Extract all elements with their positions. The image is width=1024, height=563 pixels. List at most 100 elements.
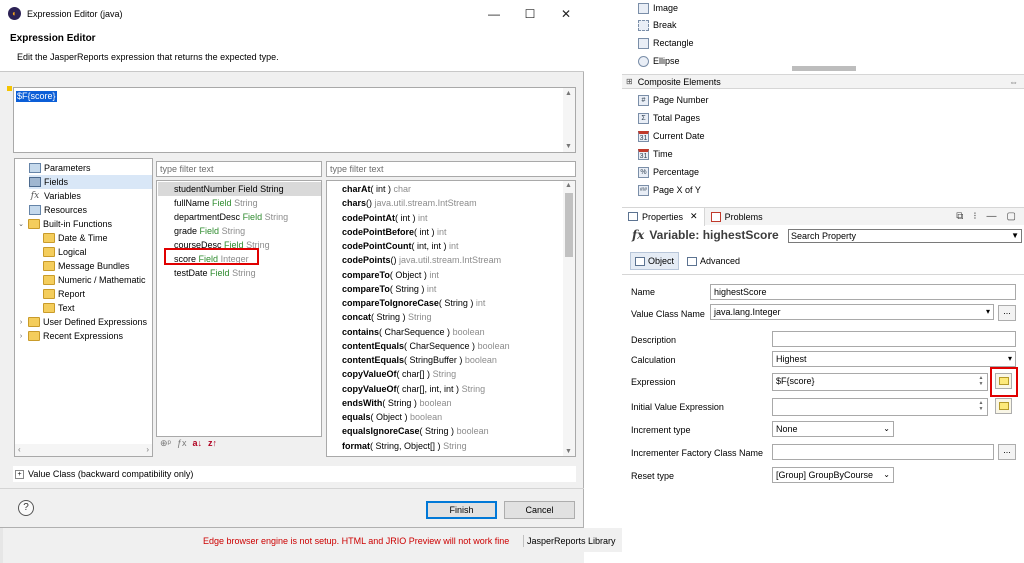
vertical-scrollbar[interactable]: ▲ ▼: [563, 88, 575, 152]
calculation-select[interactable]: Highest ▾: [772, 351, 1016, 367]
method-item[interactable]: contentEquals( CharSequence ) boolean: [342, 339, 510, 353]
maximize-icon[interactable]: ▢: [1007, 211, 1016, 222]
chevron-up-icon[interactable]: ▲: [565, 182, 572, 189]
tree-item-message-bundles[interactable]: Message Bundles: [43, 259, 130, 273]
chevron-left-icon[interactable]: ‹: [18, 445, 21, 454]
status-library[interactable]: JasperReports Library: [527, 536, 616, 546]
value-class-browse-button[interactable]: ...: [998, 305, 1016, 321]
method-item[interactable]: codePointAt( int ) int: [342, 211, 428, 225]
list-item-fullName[interactable]: fullName Field String: [158, 196, 321, 210]
palette-item-page-x-of-y[interactable]: #/# Page X of Y: [638, 182, 701, 198]
method-item[interactable]: equals( Object ) boolean: [342, 410, 442, 424]
initial-value-editor-button[interactable]: [995, 398, 1012, 414]
expression-text-area[interactable]: $F{score} ▲ ▼: [13, 87, 576, 153]
chevron-down-icon[interactable]: ▼: [565, 448, 572, 455]
tree-item-recent[interactable]: › Recent Expressions: [17, 329, 123, 343]
method-item[interactable]: equalsIgnoreCase( String ) boolean: [342, 424, 489, 438]
search-property-combo[interactable]: Search Property ▼: [788, 229, 1022, 243]
vertical-scrollbar[interactable]: ▲ ▼: [563, 181, 575, 456]
collapse-icon[interactable]: ⇔: [1009, 77, 1018, 87]
horizontal-scrollbar[interactable]: ‹ ›: [15, 444, 152, 456]
value-class-section[interactable]: + Value Class (backward compatibility on…: [13, 466, 576, 482]
palette-item-rectangle[interactable]: Rectangle: [638, 35, 694, 51]
tree-item-fields[interactable]: Fields: [29, 175, 152, 189]
fields-filter-input[interactable]: type filter text: [156, 161, 322, 177]
palette-item-image[interactable]: Image: [638, 0, 678, 16]
tab-object[interactable]: Object: [630, 252, 680, 270]
palette-item-break[interactable]: Break: [638, 17, 677, 33]
method-item[interactable]: charAt( int ) char: [342, 182, 411, 196]
list-item-testDate[interactable]: testDate Field String: [158, 266, 321, 280]
tree-item-user-defined[interactable]: › User Defined Expressions: [17, 315, 152, 329]
method-item[interactable]: contentEquals( StringBuffer ) boolean: [342, 353, 497, 367]
method-item[interactable]: format( String, Object[] ) String: [342, 439, 467, 453]
tree-item-resources[interactable]: Resources: [29, 203, 87, 217]
method-item[interactable]: copyValueOf( char[] ) String: [342, 367, 456, 381]
close-icon[interactable]: ✕: [690, 211, 698, 222]
chevron-up-icon[interactable]: ▲: [565, 90, 572, 97]
sort-ascending-icon[interactable]: a↓: [192, 438, 202, 449]
incrementer-field[interactable]: [772, 444, 994, 460]
palette-item-ellipse[interactable]: Ellipse: [638, 53, 680, 69]
sort-descending-icon[interactable]: z↑: [208, 438, 217, 449]
chevron-down-icon[interactable]: ⌄: [17, 220, 25, 228]
list-item-departmentDesc[interactable]: departmentDesc Field String: [158, 210, 321, 224]
minimize-icon[interactable]: —: [476, 7, 512, 21]
method-item[interactable]: contains( CharSequence ) boolean: [342, 325, 485, 339]
method-item[interactable]: compareTo( String ) int: [342, 282, 436, 296]
finish-button[interactable]: Finish: [426, 501, 497, 519]
tab-problems[interactable]: Problems: [705, 208, 769, 226]
help-button[interactable]: ?: [18, 500, 34, 516]
dialog-titlebar[interactable]: ◐ Expression Editor (java) — ☐ ✕: [0, 0, 584, 27]
list-item-grade[interactable]: grade Field String: [158, 224, 321, 238]
tree-item-report[interactable]: Report: [43, 287, 85, 301]
method-item[interactable]: copyValueOf( char[], int, int ) String: [342, 382, 485, 396]
tree-item-variables[interactable]: fx Variables: [29, 189, 81, 203]
close-icon[interactable]: ✕: [548, 7, 584, 21]
chevron-down-icon[interactable]: ▼: [565, 143, 572, 150]
tree-item-parameters[interactable]: Parameters: [29, 161, 91, 175]
method-item[interactable]: codePoints() java.util.stream.IntStream: [342, 253, 501, 267]
palette-item-total-pages[interactable]: Σ Total Pages: [638, 110, 700, 126]
view-menu-icon[interactable]: ⁝: [973, 211, 976, 222]
composite-elements-header[interactable]: ⊞ Composite Elements ⇔: [622, 74, 1024, 89]
palette-item-page-number[interactable]: # Page Number: [638, 92, 709, 108]
expand-icon[interactable]: +: [15, 469, 24, 479]
chevron-right-icon[interactable]: ›: [146, 445, 149, 454]
tree-item-builtin-functions[interactable]: ⌄ Built-in Functions: [17, 217, 112, 231]
increment-type-select[interactable]: None ⌄: [772, 421, 894, 437]
tab-advanced[interactable]: Advanced: [683, 252, 744, 270]
tree-item-text[interactable]: Text: [43, 301, 75, 315]
method-item[interactable]: codePointCount( int, int ) int: [342, 239, 459, 253]
tree-item-logical[interactable]: Logical: [43, 245, 87, 259]
chevron-right-icon[interactable]: ›: [17, 333, 25, 340]
palette-scrollbar[interactable]: [792, 66, 856, 71]
expression-field[interactable]: $F{score} ▲ ▼: [772, 373, 988, 391]
scrollbar-thumb[interactable]: [565, 193, 573, 257]
method-item[interactable]: endsWith( String ) boolean: [342, 396, 452, 410]
value-class-combo[interactable]: java.lang.Integer ▾: [710, 304, 994, 320]
new-window-icon[interactable]: ⧉: [956, 211, 963, 222]
palette-item-current-date[interactable]: 31 Current Date: [638, 128, 705, 144]
cancel-button[interactable]: Cancel: [504, 501, 575, 519]
reset-type-select[interactable]: [Group] GroupByCourse ⌄: [772, 467, 894, 483]
add-parameter-icon[interactable]: ⊕ᵖ: [160, 438, 171, 449]
method-item[interactable]: compareTo( Object ) int: [342, 268, 439, 282]
method-item[interactable]: concat( String ) String: [342, 310, 432, 324]
method-item[interactable]: compareToIgnoreCase( String ) int: [342, 296, 485, 310]
name-field[interactable]: highestScore: [710, 284, 1016, 300]
incrementer-browse-button[interactable]: ...: [998, 444, 1016, 460]
add-variable-icon[interactable]: ƒx: [177, 438, 187, 449]
chevron-right-icon[interactable]: ›: [17, 319, 25, 326]
method-item[interactable]: codePointBefore( int ) int: [342, 225, 447, 239]
palette-item-time[interactable]: 31 Time: [638, 146, 673, 162]
list-item-studentNumber[interactable]: studentNumber Field String: [158, 182, 321, 196]
palette-item-percentage[interactable]: % Percentage: [638, 164, 699, 180]
tree-item-date-time[interactable]: Date & Time: [43, 231, 108, 245]
tree-item-numeric[interactable]: Numeric / Mathematic: [43, 273, 152, 287]
description-field[interactable]: [772, 331, 1016, 347]
tab-properties[interactable]: Properties ✕: [622, 207, 705, 226]
maximize-icon[interactable]: ☐: [512, 7, 548, 21]
initial-value-field[interactable]: ▲ ▼: [772, 398, 988, 416]
method-item[interactable]: chars() java.util.stream.IntStream: [342, 196, 477, 210]
